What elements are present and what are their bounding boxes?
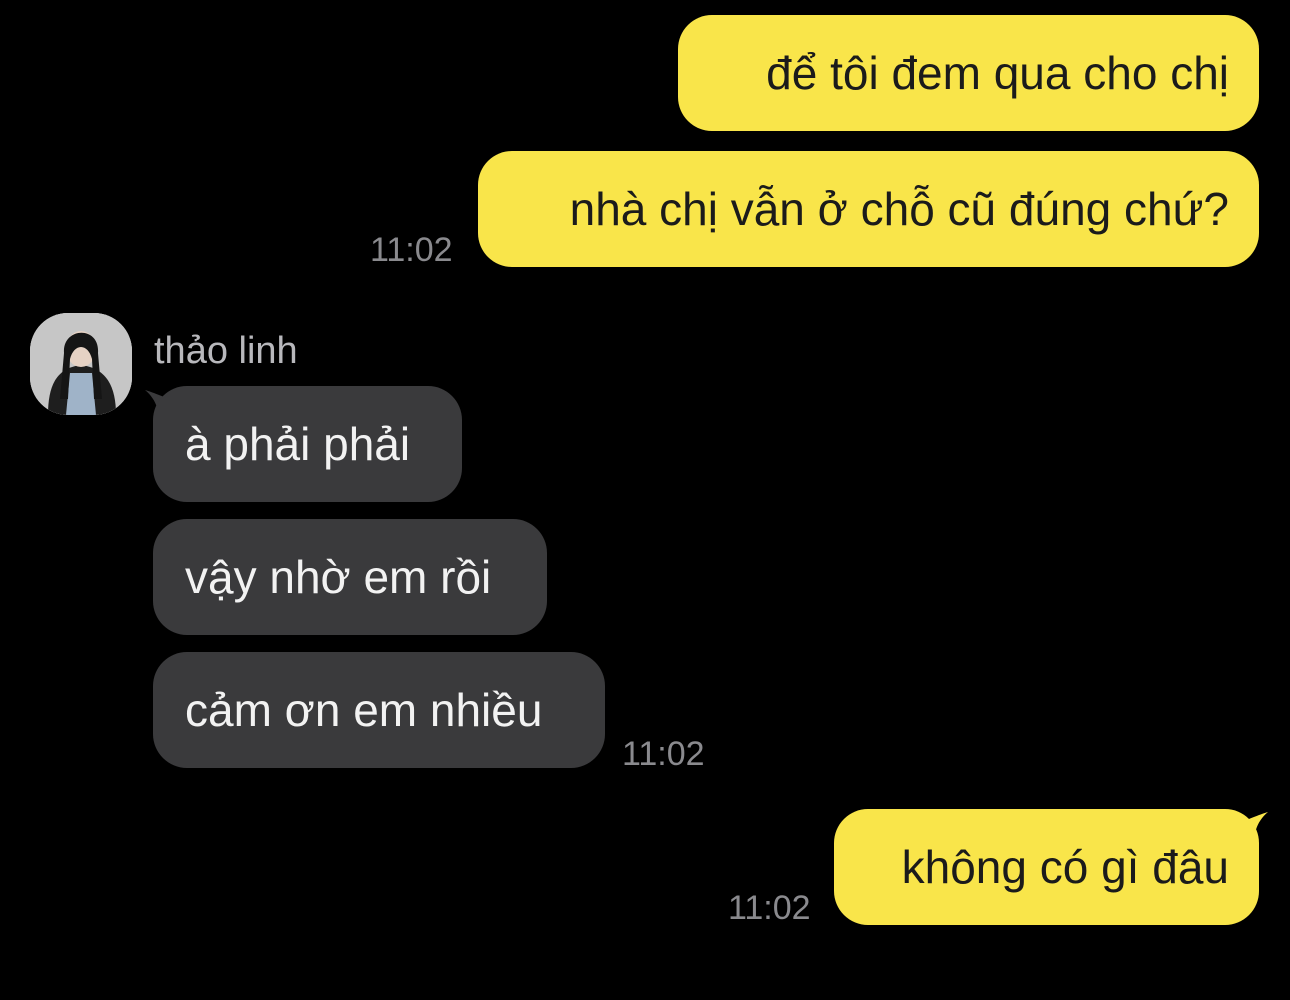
message-text: không có gì đâu xyxy=(901,841,1229,893)
message-timestamp: 11:02 xyxy=(370,231,453,269)
message-text: nhà chị vẫn ở chỗ cũ đúng chứ? xyxy=(569,183,1229,235)
message-timestamp: 11:02 xyxy=(622,735,705,773)
avatar-image xyxy=(30,313,132,415)
contact-name: thảo linh xyxy=(154,330,298,372)
message-text: vậy nhờ em rồi xyxy=(185,551,492,603)
message-timestamp: 11:02 xyxy=(728,889,811,927)
outgoing-message-bubble[interactable]: nhà chị vẫn ở chỗ cũ đúng chứ? xyxy=(478,151,1259,267)
incoming-message-bubble[interactable]: à phải phải xyxy=(153,386,462,502)
profile-photo-icon[interactable] xyxy=(30,313,132,415)
outgoing-message-bubble[interactable]: để tôi đem qua cho chị xyxy=(678,15,1259,131)
message-text: cảm ơn em nhiều xyxy=(185,684,543,736)
message-text: à phải phải xyxy=(185,418,411,470)
incoming-message-bubble[interactable]: vậy nhờ em rồi xyxy=(153,519,547,635)
message-text: để tôi đem qua cho chị xyxy=(766,47,1229,99)
outgoing-message-bubble[interactable]: không có gì đâu xyxy=(834,809,1259,925)
incoming-message-bubble[interactable]: cảm ơn em nhiều xyxy=(153,652,605,768)
